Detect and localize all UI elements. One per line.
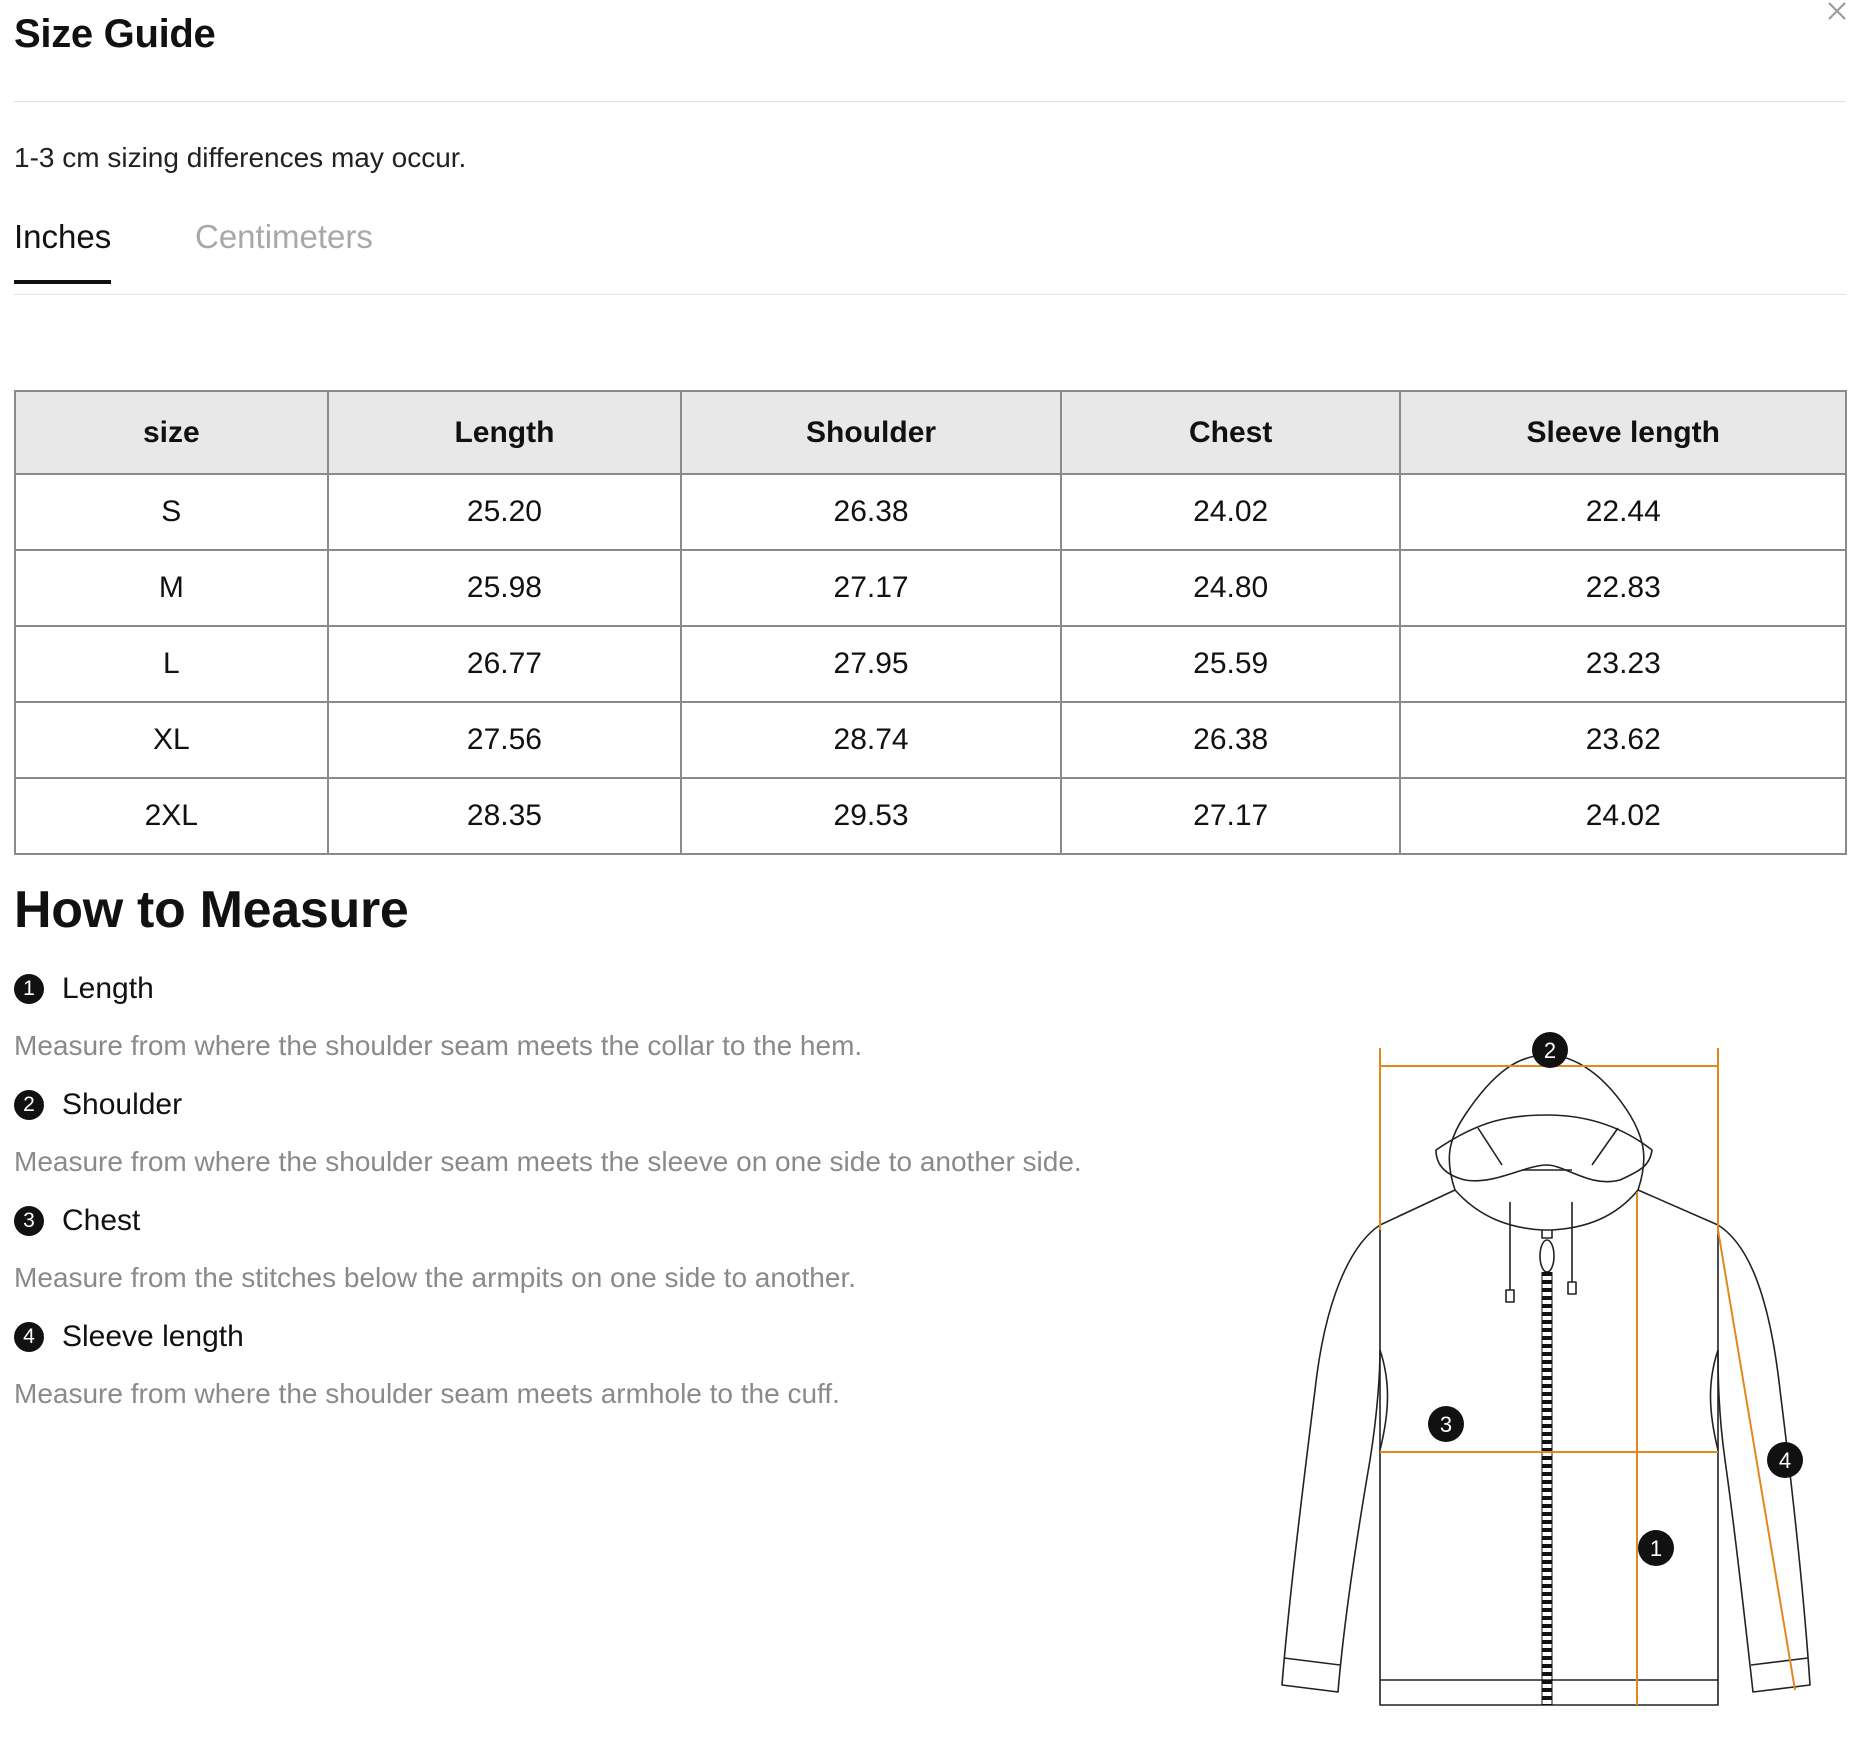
number-badge: 2 [14, 1090, 44, 1120]
table-row: 2XL 28.35 29.53 27.17 24.02 [14, 777, 1847, 855]
measure-label: Shoulder [62, 1088, 183, 1121]
table-row: M 25.98 27.17 24.80 22.83 [14, 549, 1847, 627]
column-header-size: size [14, 390, 329, 475]
table-cell: 24.02 [1399, 777, 1847, 855]
table-cell: 26.38 [680, 473, 1062, 551]
tab-centimeters[interactable]: Centimeters [195, 218, 373, 284]
marker-label: 4 [1779, 1448, 1791, 1473]
column-header-shoulder: Shoulder [680, 390, 1062, 475]
marker-length: 1 [1638, 1530, 1674, 1566]
table-cell: L [14, 625, 329, 703]
measure-description: Measure from where the shoulder seam mee… [14, 1146, 1082, 1177]
table-cell: 25.20 [326, 473, 683, 551]
number-badge: 3 [14, 1206, 44, 1236]
tab-centimeters-label: Centimeters [195, 218, 373, 255]
table-cell: 22.44 [1399, 473, 1847, 551]
measure-instructions: 1 Length Measure from where the shoulder… [14, 972, 1164, 1436]
measure-label: Chest [62, 1204, 141, 1237]
size-guide-modal: Size Guide 1-3 cm sizing differences may… [0, 0, 1864, 1745]
number-badge: 4 [14, 1322, 44, 1352]
table-cell: 28.35 [326, 777, 683, 855]
marker-chest: 3 [1428, 1406, 1464, 1442]
measure-label: Length [62, 972, 154, 1005]
table-cell: 29.53 [680, 777, 1062, 855]
size-table: size Length Shoulder Chest Sleeve length… [14, 390, 1847, 855]
measure-description: Measure from the stitches below the armp… [14, 1262, 857, 1293]
hoodie-measure-diagram: 2 3 1 4 [1281, 1032, 1811, 1706]
table-cell: 2XL [14, 777, 329, 855]
measure-description: Measure from where the shoulder seam mee… [14, 1030, 863, 1061]
measure-item-length: 1 Length Measure from where the shoulder… [14, 972, 1164, 1088]
table-cell: 27.17 [680, 549, 1062, 627]
unit-tabs: Inches Centimeters [14, 218, 1846, 296]
table-cell: 22.83 [1399, 549, 1847, 627]
measure-description: Measure from where the shoulder seam mee… [14, 1378, 840, 1409]
page-title: Size Guide [14, 12, 216, 56]
header-divider [14, 101, 1846, 102]
table-cell: M [14, 549, 329, 627]
table-cell: 25.59 [1059, 625, 1402, 703]
table-cell: 27.95 [680, 625, 1062, 703]
close-icon [1828, 2, 1846, 20]
table-cell: 28.74 [680, 701, 1062, 779]
table-header-row: size Length Shoulder Chest Sleeve length [14, 390, 1847, 475]
table-cell: 24.80 [1059, 549, 1402, 627]
active-tab-indicator [14, 280, 112, 284]
measure-item-chest: 3 Chest Measure from the stitches below … [14, 1204, 1164, 1320]
tab-inches[interactable]: Inches [14, 218, 112, 284]
measure-label: Sleeve length [62, 1320, 244, 1353]
close-button[interactable] [1820, 0, 1854, 28]
measure-item-sleeve-length: 4 Sleeve length Measure from where the s… [14, 1320, 1164, 1436]
table-row: L 26.77 27.95 25.59 23.23 [14, 625, 1847, 703]
table-cell: 23.23 [1399, 625, 1847, 703]
column-header-length: Length [326, 390, 683, 475]
marker-label: 3 [1440, 1412, 1452, 1437]
marker-sleeve-length: 4 [1767, 1442, 1803, 1478]
table-cell: 27.56 [326, 701, 683, 779]
marker-shoulder: 2 [1532, 1032, 1568, 1068]
tab-inches-label: Inches [14, 218, 112, 255]
marker-label: 2 [1544, 1038, 1556, 1063]
how-to-measure-title: How to Measure [14, 881, 409, 939]
column-header-chest: Chest [1059, 390, 1402, 475]
table-cell: 26.38 [1059, 701, 1402, 779]
table-cell: S [14, 473, 329, 551]
table-cell: 23.62 [1399, 701, 1847, 779]
table-row: XL 27.56 28.74 26.38 23.62 [14, 701, 1847, 779]
table-cell: 25.98 [326, 549, 683, 627]
number-badge: 1 [14, 974, 44, 1004]
marker-label: 1 [1650, 1536, 1662, 1561]
table-cell: 24.02 [1059, 473, 1402, 551]
table-cell: 26.77 [326, 625, 683, 703]
table-cell: XL [14, 701, 329, 779]
table-cell: 27.17 [1059, 777, 1402, 855]
table-row: S 25.20 26.38 24.02 22.44 [14, 473, 1847, 551]
measure-item-shoulder: 2 Shoulder Measure from where the should… [14, 1088, 1164, 1204]
sizing-note: 1-3 cm sizing differences may occur. [14, 142, 467, 173]
column-header-sleeve-length: Sleeve length [1399, 390, 1847, 475]
tabs-divider [14, 294, 1846, 295]
